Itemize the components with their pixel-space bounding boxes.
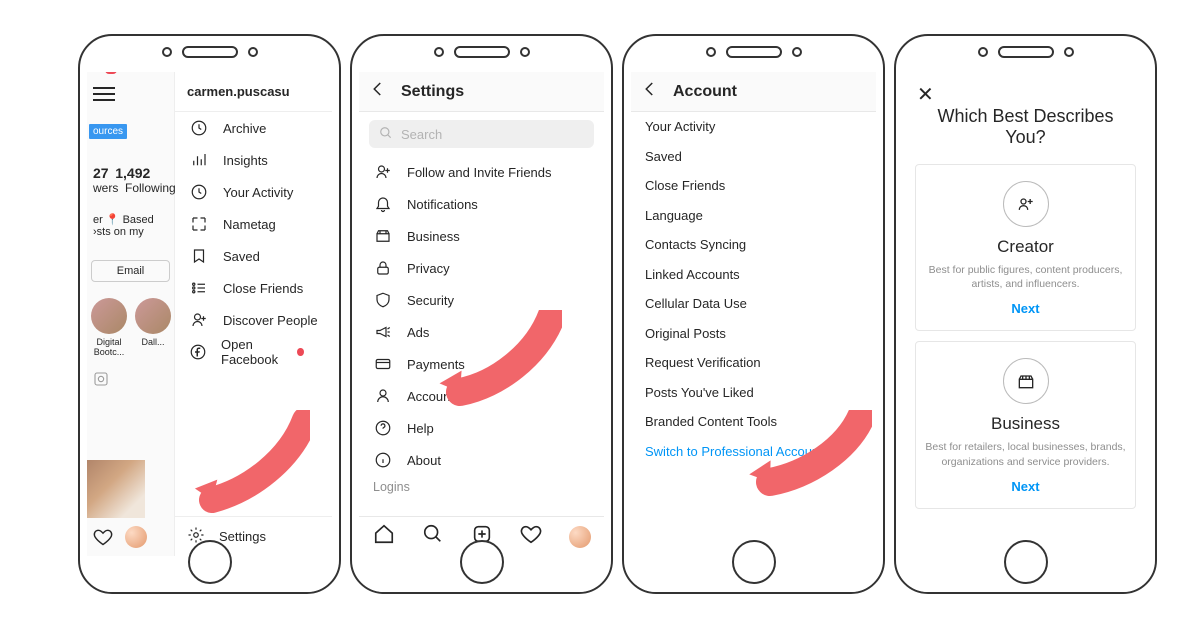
info-icon xyxy=(373,451,393,469)
account-language[interactable]: Language xyxy=(631,201,876,231)
creator-next[interactable]: Next xyxy=(924,301,1127,316)
business-desc: Best for retailers, local businesses, br… xyxy=(924,440,1127,468)
archive-icon xyxy=(189,119,209,137)
drawer-item-insights[interactable]: Insights xyxy=(175,144,332,176)
profile-partial: ources 27 1,492 wers Following er 📍 Base… xyxy=(87,72,175,556)
account-contacts-syncing[interactable]: Contacts Syncing xyxy=(631,230,876,260)
heart-icon[interactable] xyxy=(520,523,542,550)
pointer-arrow-settings xyxy=(180,410,310,520)
drawer-item-discover[interactable]: Discover People xyxy=(175,304,332,336)
bio-snippet: er 📍 Based ›sts on my xyxy=(87,213,174,238)
post-thumb[interactable] xyxy=(87,460,145,518)
add-person-icon xyxy=(189,311,209,329)
megaphone-icon xyxy=(373,323,393,341)
account-saved[interactable]: Saved xyxy=(631,142,876,172)
home-button[interactable] xyxy=(188,540,232,584)
close-icon[interactable]: ✕ xyxy=(917,82,934,107)
account-original-posts[interactable]: Original Posts xyxy=(631,319,876,349)
add-person-icon xyxy=(373,163,393,181)
search-icon xyxy=(379,126,393,143)
account-request-verification[interactable]: Request Verification xyxy=(631,348,876,378)
search-placeholder: Search xyxy=(401,127,442,142)
pointer-arrow-switch xyxy=(742,410,872,510)
home-button[interactable] xyxy=(460,540,504,584)
account-your-activity[interactable]: Your Activity xyxy=(631,112,876,142)
drawer-item-activity[interactable]: Your Activity xyxy=(175,176,332,208)
menu-icon[interactable] xyxy=(93,93,115,95)
bell-icon xyxy=(373,195,393,213)
account-cellular-data[interactable]: Cellular Data Use xyxy=(631,289,876,319)
followers-count[interactable]: 27 xyxy=(93,165,109,181)
back-arrow-icon[interactable] xyxy=(369,80,387,103)
email-button[interactable]: Email xyxy=(91,260,170,282)
home-button[interactable] xyxy=(732,540,776,584)
account-header: Account xyxy=(631,72,876,112)
creator-title: Creator xyxy=(924,237,1127,257)
settings-business[interactable]: Business xyxy=(359,220,604,252)
settings-privacy[interactable]: Privacy xyxy=(359,252,604,284)
lock-icon xyxy=(373,259,393,277)
following-count[interactable]: 1,492 xyxy=(115,165,150,181)
account-close-friends[interactable]: Close Friends xyxy=(631,171,876,201)
search-input[interactable]: Search xyxy=(369,120,594,148)
home-button[interactable] xyxy=(1004,540,1048,584)
insights-icon xyxy=(189,151,209,169)
creator-desc: Best for public figures, content produce… xyxy=(924,263,1127,291)
business-title: Business xyxy=(924,414,1127,434)
settings-header: Settings xyxy=(359,72,604,112)
drawer-item-archive[interactable]: Archive xyxy=(175,112,332,144)
drawer-item-saved[interactable]: Saved xyxy=(175,240,332,272)
question-title: Which Best Describes You? xyxy=(917,106,1134,148)
settings-about[interactable]: About xyxy=(359,444,604,476)
search-icon[interactable] xyxy=(422,523,444,550)
story-label[interactable]: Digital Bootc... xyxy=(91,337,127,357)
ig-tagged-icon[interactable] xyxy=(93,371,109,387)
account-linked-accounts[interactable]: Linked Accounts xyxy=(631,260,876,290)
shield-icon xyxy=(373,291,393,309)
bookmark-icon xyxy=(189,247,209,265)
account-posts-liked[interactable]: Posts You've Liked xyxy=(631,378,876,408)
drawer-item-close-friends[interactable]: Close Friends xyxy=(175,272,332,304)
business-next[interactable]: Next xyxy=(924,479,1127,494)
business-icon xyxy=(373,227,393,245)
pointer-arrow-account xyxy=(432,310,562,420)
business-card[interactable]: Business Best for retailers, local busin… xyxy=(915,341,1136,508)
help-icon xyxy=(373,419,393,437)
user-icon xyxy=(373,387,393,405)
notification-dot xyxy=(297,348,304,356)
creator-card[interactable]: Creator Best for public figures, content… xyxy=(915,164,1136,331)
business-icon xyxy=(1003,358,1049,404)
nav-pill: ources xyxy=(89,124,127,139)
home-icon[interactable] xyxy=(373,523,395,550)
activity-icon xyxy=(189,183,209,201)
back-arrow-icon[interactable] xyxy=(641,80,659,103)
facebook-icon xyxy=(189,343,207,361)
card-icon xyxy=(373,355,393,373)
profile-tab-avatar[interactable] xyxy=(569,526,591,548)
logins-header: Logins xyxy=(359,476,604,496)
heart-icon[interactable] xyxy=(93,527,113,547)
nametag-icon xyxy=(189,215,209,233)
drawer-item-facebook[interactable]: Open Facebook xyxy=(175,336,332,368)
drawer-item-nametag[interactable]: Nametag xyxy=(175,208,332,240)
list-icon xyxy=(189,279,209,297)
drawer-username: carmen.puscasu xyxy=(175,72,332,112)
story-label[interactable]: Dall... xyxy=(135,337,171,347)
settings-notifications[interactable]: Notifications xyxy=(359,188,604,220)
profile-tab-avatar[interactable] xyxy=(125,526,147,548)
settings-follow-invite[interactable]: Follow and Invite Friends xyxy=(359,156,604,188)
creator-icon xyxy=(1003,181,1049,227)
